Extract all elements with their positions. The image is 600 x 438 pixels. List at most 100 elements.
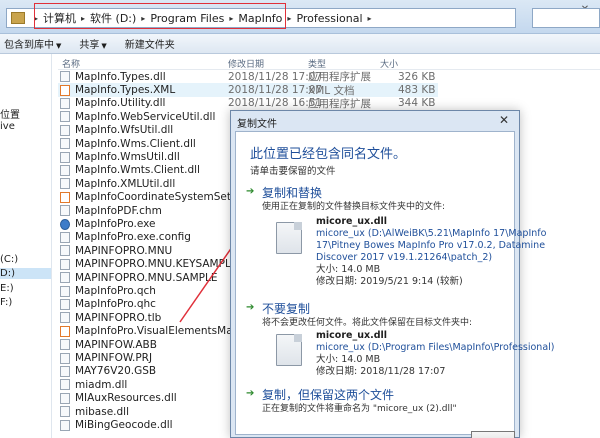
file-icon bbox=[276, 334, 302, 366]
include-in-library-label: 包含到库中 bbox=[4, 40, 54, 51]
search-input[interactable] bbox=[532, 8, 600, 28]
file-name: MapInfo.Types.dll bbox=[75, 70, 166, 83]
file-name: MapInfoCoordinateSystemSet.xml bbox=[75, 191, 235, 204]
exe-file-icon bbox=[60, 218, 70, 230]
xml-file-icon bbox=[60, 84, 70, 96]
source-file-info: micore_ux.dll micore_ux (D:\AlWeiBK\5.21… bbox=[316, 216, 546, 288]
column-size[interactable]: 大小 bbox=[380, 57, 398, 70]
dll-file-icon bbox=[60, 245, 70, 257]
dll-file-icon bbox=[60, 111, 70, 123]
column-headers: 名称 修改日期 类型 大小 bbox=[58, 54, 600, 70]
option-copy-replace[interactable]: ➔ 复制和替换 使用正在复制的文件替换目标文件夹中的文件: micore_ux.… bbox=[244, 184, 546, 294]
file-name: MAPINFOPRO.tlb bbox=[75, 311, 162, 324]
file-name: MapInfo.WmsUtil.dll bbox=[75, 151, 180, 164]
navigation-pane: 位置 ive (C:) D:) E:) F:) bbox=[0, 54, 52, 438]
chevron-right-icon: ▸ bbox=[367, 13, 372, 23]
file-size: 344 KB bbox=[398, 97, 436, 110]
column-type[interactable]: 类型 bbox=[308, 57, 326, 70]
file-name: MapInfo.WebServiceUtil.dll bbox=[75, 110, 216, 123]
new-folder-button[interactable]: 新建文件夹 bbox=[121, 36, 179, 51]
source-file-modified: 修改日期: 2019/5/21 9:14 (较新) bbox=[316, 276, 463, 287]
arrow-right-icon: ➔ bbox=[246, 302, 255, 313]
nav-item-drive-d[interactable]: D:) bbox=[0, 268, 51, 279]
option-dont-copy-desc: 将不会更改任何文件。将此文件保留在目标文件夹中: bbox=[262, 318, 473, 328]
dll-file-icon bbox=[60, 231, 70, 243]
dll-file-icon bbox=[60, 124, 70, 136]
file-name: MAPINFOPRO.MNU.SAMPLE bbox=[75, 271, 218, 284]
file-name: MapInfo.Types.XML bbox=[75, 84, 176, 97]
nav-item-drive-f[interactable]: F:) bbox=[0, 297, 12, 308]
source-file-path-2: 17\Pitney Bowes MapInfo Pro v17.0.2, Dat… bbox=[316, 240, 546, 251]
file-size: 483 KB bbox=[398, 84, 436, 97]
file-type: 应用程序扩展 bbox=[308, 97, 371, 110]
dll-file-icon bbox=[60, 151, 70, 163]
dialog-body: 此位置已经包含同名文件。 请单击要保留的文件 ➔ 复制和替换 使用正在复制的文件… bbox=[235, 131, 554, 435]
nav-item-drive-e[interactable]: E:) bbox=[0, 283, 14, 294]
highlight-box bbox=[34, 3, 286, 29]
dll-file-icon bbox=[60, 365, 70, 377]
file-name: mibase.dll bbox=[75, 405, 130, 418]
file-name: MapInfoPro.exe.config bbox=[75, 231, 191, 244]
dll-file-icon bbox=[60, 352, 70, 364]
file-name: MAPINFOPRO.MNU bbox=[75, 244, 173, 257]
dll-file-icon bbox=[60, 379, 70, 391]
dll-file-icon bbox=[60, 205, 70, 217]
close-icon[interactable]: ✕ bbox=[495, 113, 513, 127]
file-name: MAPINFOW.ABB bbox=[75, 338, 157, 351]
file-name: MapInfoPro.VisualElementsManifest... bbox=[75, 325, 235, 338]
file-name: MapInfo.Wms.Client.dll bbox=[75, 137, 196, 150]
file-row[interactable]: MapInfo.Utility.dll 2018/11/28 16:51 应用程序扩… bbox=[58, 97, 438, 110]
file-row[interactable]: MapInfo.Types.XML 2018/11/28 17:07 XML 文档 4… bbox=[58, 83, 438, 97]
file-name: MapInfo.WfsUtil.dll bbox=[75, 124, 174, 137]
file-name: MapInfo.XMLUtil.dll bbox=[75, 177, 176, 190]
target-file-modified: 修改日期: 2018/11/28 17:07 bbox=[316, 366, 446, 377]
file-row[interactable]: MapInfo.Types.dll 2018/11/28 17:07 应用程序扩展 3… bbox=[58, 70, 438, 83]
file-name: MAPINFOPRO.MNU.KEYSAMPLE bbox=[75, 258, 235, 271]
file-icon bbox=[276, 222, 302, 254]
cancel-button[interactable] bbox=[471, 431, 515, 438]
source-file-path-3: Discover 2017 v19.1.21264\patch_2) bbox=[316, 252, 493, 263]
source-file-size: 大小: 14.0 MB bbox=[316, 264, 381, 275]
option-dont-copy[interactable]: ➔ 不要复制 将不会更改任何文件。将此文件保留在目标文件夹中: micore_u… bbox=[244, 300, 554, 377]
arrow-right-icon: ➔ bbox=[246, 186, 255, 197]
dll-file-icon bbox=[60, 285, 70, 297]
dialog-heading: 此位置已经包含同名文件。 bbox=[250, 147, 407, 162]
file-name: MapInfoPDF.chm bbox=[75, 204, 162, 217]
file-size: 326 KB bbox=[398, 70, 436, 83]
file-name: MapInfoPro.qch bbox=[75, 285, 156, 298]
dll-file-icon bbox=[60, 272, 70, 284]
include-in-library-button[interactable]: 包含到库中 ▼ bbox=[0, 36, 65, 51]
chevron-right-icon: ▸ bbox=[287, 13, 292, 23]
nav-item-location[interactable]: 位置 bbox=[0, 106, 20, 121]
nav-item-drive[interactable]: ive bbox=[0, 121, 15, 132]
file-name: MapInfoPro.qhc bbox=[75, 298, 156, 311]
dll-file-icon bbox=[60, 312, 70, 324]
dll-file-icon bbox=[60, 258, 70, 270]
option-keep-both-desc: 正在复制的文件将重命名为 "micore_ux (2).dll" bbox=[262, 404, 457, 414]
target-file-info: micore_ux.dll micore_ux (D:\Program File… bbox=[316, 330, 554, 378]
file-name: MAPINFOW.PRJ bbox=[75, 352, 153, 365]
share-button[interactable]: 共享 ▼ bbox=[75, 36, 110, 51]
xml-file-icon bbox=[60, 325, 70, 337]
chevron-down-icon: ▼ bbox=[101, 42, 107, 50]
dll-file-icon bbox=[60, 71, 70, 83]
nav-item-drive-c[interactable]: (C:) bbox=[0, 254, 18, 265]
share-label: 共享 bbox=[79, 40, 100, 51]
column-date[interactable]: 修改日期 bbox=[228, 57, 264, 70]
file-name: MAY76V20.GSB bbox=[75, 365, 157, 378]
option-keep-both[interactable]: ➔ 复制，但保留这两个文件 正在复制的文件将重命名为 "micore_ux (2… bbox=[244, 386, 510, 420]
arrow-right-icon: ➔ bbox=[246, 388, 255, 399]
source-file-path-1: micore_ux (D:\AlWeiBK\5.21\MapInfo 17\Ma… bbox=[316, 228, 547, 239]
file-name: MapInfoPro.exe bbox=[75, 218, 156, 231]
explorer-titlebar: — ✕ ▸ 计算机 ▸ 软件 (D:) ▸ Program Files ▸ Ma… bbox=[0, 0, 600, 34]
chevron-down-icon: ▼ bbox=[56, 42, 62, 50]
breadcrumb-professional[interactable]: Professional bbox=[296, 12, 362, 25]
file-name: MapInfo.Utility.dll bbox=[75, 97, 166, 110]
column-name[interactable]: 名称 bbox=[62, 57, 80, 70]
file-name: MiBingGeocode.dll bbox=[75, 419, 173, 432]
dialog-subheading: 请单击要保留的文件 bbox=[250, 166, 336, 177]
target-file-name: micore_ux.dll bbox=[316, 330, 388, 341]
xml-file-icon bbox=[60, 191, 70, 203]
command-toolbar: 包含到库中 ▼ 共享 ▼ 新建文件夹 bbox=[0, 34, 600, 54]
dll-file-icon bbox=[60, 97, 70, 109]
